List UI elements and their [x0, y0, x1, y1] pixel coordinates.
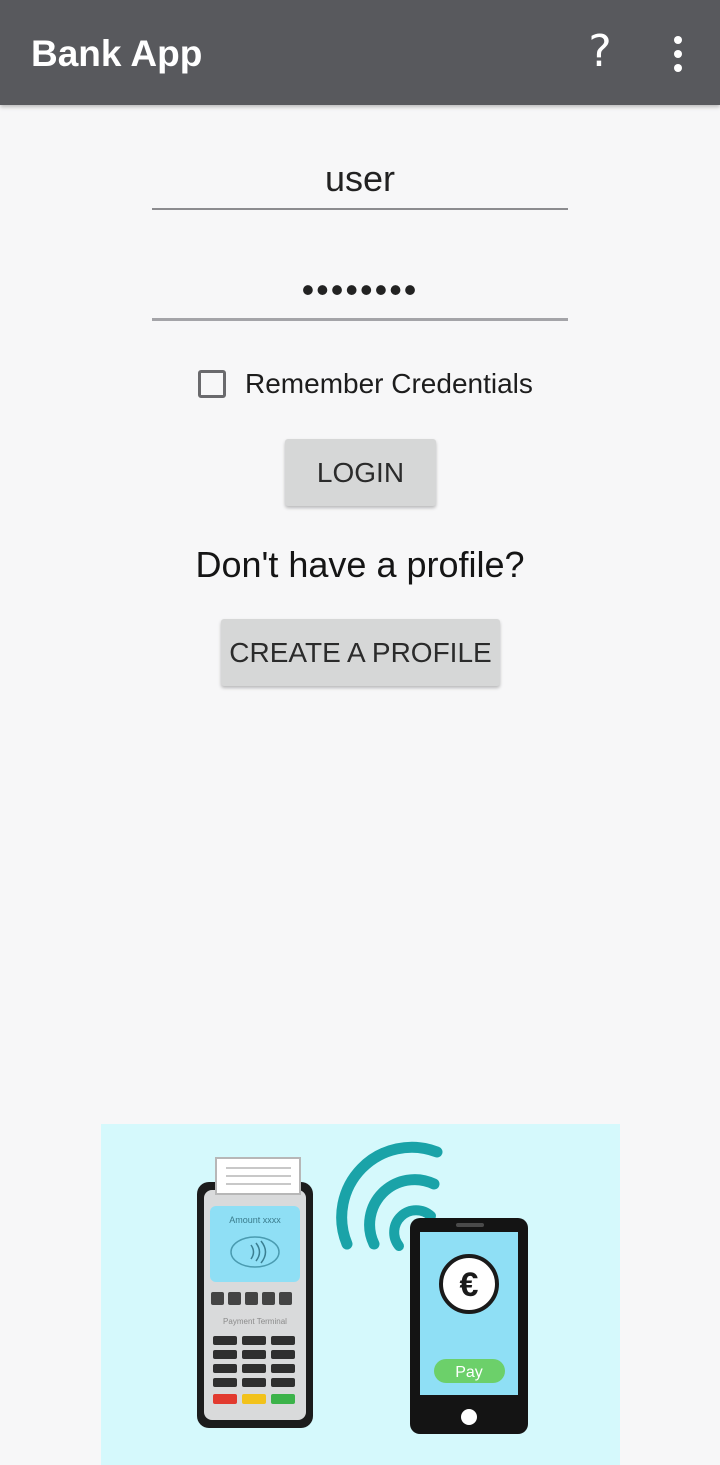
remember-credentials-checkbox[interactable] — [198, 370, 226, 398]
create-profile-button[interactable]: CREATE A PROFILE — [221, 619, 500, 686]
login-button[interactable]: LOGIN — [285, 439, 436, 506]
password-input[interactable] — [152, 262, 568, 321]
remember-credentials-row[interactable]: Remember Credentials — [198, 362, 533, 406]
contactless-payment-illustration: Amount xxxx Payment Terminal € Pay — [101, 1124, 620, 1465]
pay-label: Pay — [455, 1364, 483, 1381]
euro-icon: € — [460, 1266, 479, 1304]
illustration-graphic: Amount xxxx Payment Terminal € Pay — [197, 1141, 528, 1434]
remember-credentials-label: Remember Credentials — [245, 368, 533, 399]
terminal-label-text: Payment Terminal — [223, 1317, 287, 1326]
app-bar: Bank App ? — [0, 0, 720, 105]
help-icon[interactable]: ? — [578, 24, 622, 80]
overflow-menu-icon[interactable] — [662, 32, 694, 76]
smartphone-image: € Pay — [410, 1218, 528, 1434]
app-title: Bank App — [31, 33, 203, 74]
payment-terminal-image: Amount xxxx Payment Terminal — [197, 1157, 313, 1428]
no-profile-prompt: Don't have a profile? — [195, 544, 525, 585]
terminal-amount-text: Amount xxxx — [229, 1215, 281, 1225]
username-input[interactable] — [152, 150, 568, 210]
